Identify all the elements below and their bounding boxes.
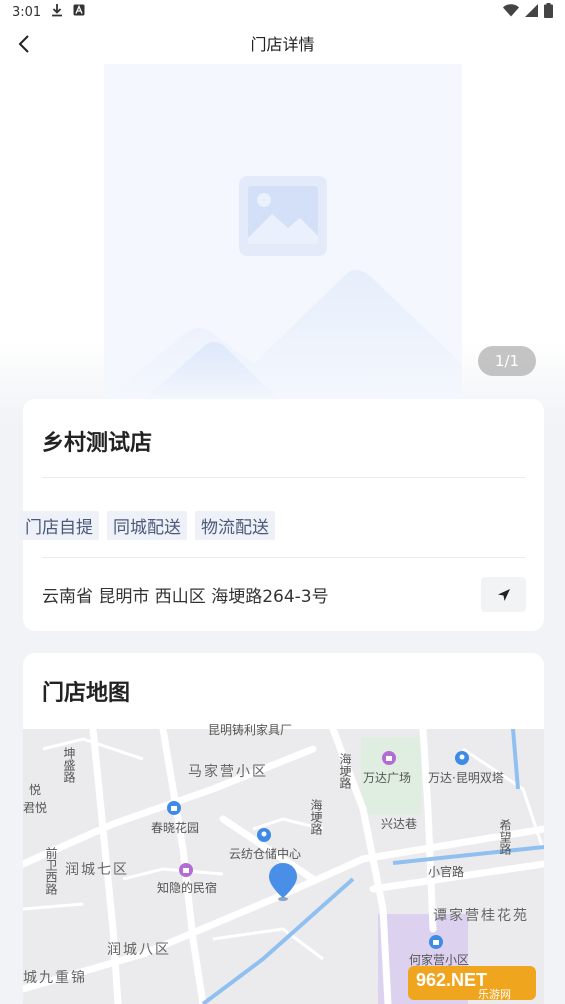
signal-icon — [525, 3, 538, 21]
tag-logistics: 物流配送 — [195, 511, 275, 540]
map-label: 谭家营桂花苑 — [433, 908, 529, 924]
gallery-counter: 1/1 — [478, 346, 536, 376]
chevron-left-icon — [18, 35, 29, 53]
map-label: 小官路 — [428, 865, 465, 879]
battery-icon — [544, 2, 553, 22]
nav-bar: 门店详情 — [0, 24, 565, 62]
map-label: 兴达巷 — [381, 817, 418, 831]
watermark-main: 962.NET — [416, 970, 487, 990]
map-title: 门店地图 — [42, 681, 131, 706]
map-label: 润城七区 — [65, 862, 129, 878]
divider — [42, 557, 525, 558]
divider — [42, 477, 525, 478]
location-poi-icon — [455, 751, 469, 765]
download-icon — [51, 3, 63, 21]
page-title: 门店详情 — [250, 35, 315, 54]
map-label: 云纺仓储中心 — [229, 847, 302, 861]
map-label: 希望路 — [498, 819, 512, 855]
store-address: 云南省 昆明市 西山区 海埂路264-3号 — [42, 587, 329, 607]
map-label: 润城八区 — [107, 942, 171, 958]
store-name: 乡村测试店 — [42, 431, 153, 456]
watermark-sub: 乐游网 — [478, 988, 511, 1001]
delivery-tags: 门店自提 同城配送 物流配送 — [19, 511, 275, 540]
location-poi-icon — [257, 828, 271, 842]
hotel-icon — [179, 863, 193, 877]
image-placeholder-icon — [104, 176, 462, 400]
navigation-arrow-icon — [497, 588, 510, 601]
map-label: 马家营小区 — [188, 764, 268, 780]
map-label: 海埂路 — [309, 799, 323, 835]
status-time: 3:01 — [12, 4, 42, 20]
store-map-card: 门店地图 昆明铸利家具厂 坤盛路 马家营小区 海埂路 海埂路 万达广场 万达·昆… — [23, 653, 544, 1004]
map-label: 悦 — [29, 783, 42, 797]
map-label: 万达广场 — [363, 771, 412, 785]
map-label: 坤盛路 — [62, 747, 76, 783]
map-pin-icon[interactable] — [267, 861, 299, 903]
tag-local-delivery: 同城配送 — [107, 511, 187, 540]
map-label: 昆明铸利家具厂 — [208, 723, 293, 737]
map-label: 海埂路 — [338, 753, 352, 789]
store-image-carousel[interactable] — [104, 64, 462, 400]
font-a-icon — [73, 4, 85, 20]
mall-icon — [382, 751, 396, 765]
watermark-logo: 962.NET 乐游网 — [408, 962, 538, 1002]
back-button[interactable] — [10, 30, 38, 58]
map-label: 万达·昆明双塔 — [428, 771, 504, 785]
status-bar: 3:01 — [0, 0, 565, 24]
map-label: 前卫西路 — [44, 847, 58, 895]
tag-self-pickup: 门店自提 — [19, 511, 99, 540]
store-map[interactable]: 昆明铸利家具厂 坤盛路 马家营小区 海埂路 海埂路 万达广场 万达·昆明双塔 兴… — [23, 723, 544, 1004]
map-label: 君悦 — [23, 801, 48, 815]
map-label: 城九重锦 — [23, 970, 87, 986]
residential-icon — [429, 935, 443, 949]
map-label: 知隐的民宿 — [157, 881, 218, 895]
wifi-icon — [503, 3, 519, 21]
residential-icon — [167, 801, 181, 815]
map-label: 春晓花园 — [151, 821, 200, 835]
navigate-button[interactable] — [481, 577, 526, 612]
